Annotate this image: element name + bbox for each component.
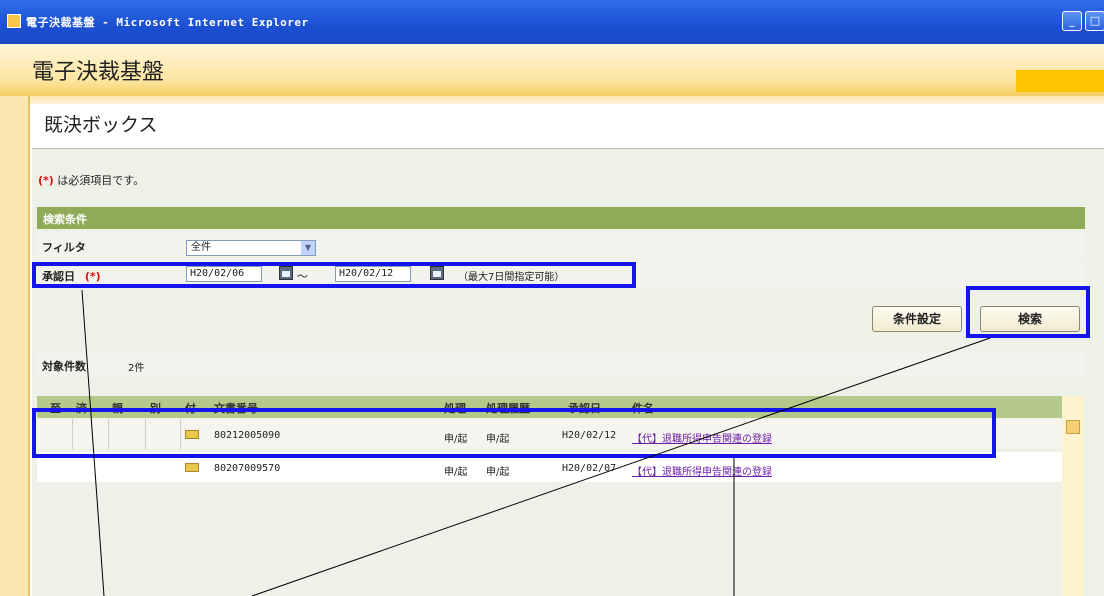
annotation-line-search-button (251, 337, 991, 596)
annotation-lines (81, 289, 991, 596)
annotation-line-approval-date (81, 289, 105, 596)
